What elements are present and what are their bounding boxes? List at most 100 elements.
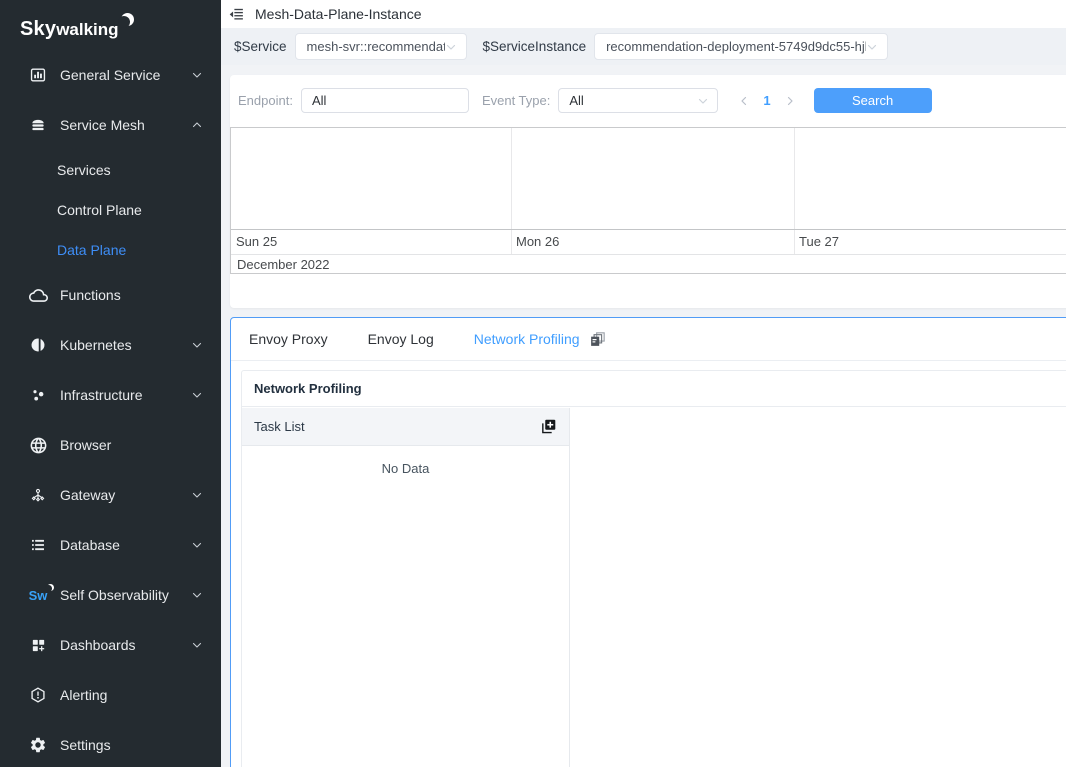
- timeline-day-label: Mon 26: [516, 234, 559, 249]
- cloud-icon: [28, 286, 48, 305]
- endpoint-input[interactable]: All: [301, 88, 469, 113]
- sidebar-item-label: Database: [60, 537, 120, 553]
- instance-select-value: recommendation-deployment-5749d9dc55-hjl…: [606, 39, 866, 54]
- page-header: Mesh-Data-Plane-Instance: [221, 0, 1066, 28]
- sidebar-item-browser[interactable]: Browser: [0, 420, 221, 470]
- chevron-down-icon: [191, 339, 203, 351]
- gear-icon: [28, 736, 48, 754]
- sidebar-item-label: Alerting: [60, 687, 107, 703]
- events-timeline[interactable]: Sun 25 Mon 26 Tue 27 December 2022: [230, 127, 1066, 274]
- sidebar-item-label: Functions: [60, 287, 121, 303]
- task-list-title: Task List: [254, 419, 305, 434]
- gateway-icon: [28, 486, 48, 504]
- event-type-label: Event Type:: [482, 93, 550, 108]
- logo-text-sky: Sky: [20, 18, 56, 40]
- chevron-down-icon: [866, 41, 878, 53]
- widget-title: Network Profiling: [242, 371, 1066, 407]
- task-list-header: Task List: [242, 408, 569, 446]
- skywalking-logo: Skywalking: [0, 0, 221, 46]
- event-type-value: All: [569, 93, 583, 108]
- sidebar-item-control-plane[interactable]: Control Plane: [0, 190, 221, 230]
- alert-hexagon-icon: [28, 686, 48, 704]
- endpoint-label: Endpoint:: [238, 93, 293, 108]
- page-number[interactable]: 1: [763, 93, 770, 108]
- sidebar-item-settings[interactable]: Settings: [0, 720, 221, 767]
- chevron-down-icon: [697, 95, 709, 107]
- page-prev-icon[interactable]: [738, 95, 750, 107]
- chevron-down-icon: [191, 639, 203, 651]
- sidebar-item-functions[interactable]: Functions: [0, 270, 221, 320]
- sidebar-item-kubernetes[interactable]: Kubernetes: [0, 320, 221, 370]
- sidebar-item-database[interactable]: Database: [0, 520, 221, 570]
- events-card: Endpoint: All Event Type: All 1 Search: [230, 75, 1066, 308]
- widget-body: Task List No Data: [242, 408, 1066, 767]
- sidebar-item-label: Dashboards: [60, 637, 136, 653]
- timeline-axis-line: [231, 229, 1066, 230]
- search-button[interactable]: Search: [814, 88, 932, 113]
- network-profiling-widget: Network Profiling Task List No Data: [241, 370, 1066, 767]
- add-task-icon[interactable]: [540, 418, 557, 435]
- timeline-minor-line: [231, 254, 1066, 255]
- timeline-day-label: Sun 25: [236, 234, 277, 249]
- page-next-icon[interactable]: [784, 95, 796, 107]
- timeline-divider: [794, 128, 795, 254]
- sidebar-item-gateway[interactable]: Gateway: [0, 470, 221, 520]
- profiling-detail-area: [570, 408, 1066, 767]
- logo-text-walking: walking: [56, 20, 118, 39]
- sidebar-item-data-plane[interactable]: Data Plane: [0, 230, 221, 270]
- selector-bar: $Service mesh-svr::recommendation $Servi…: [221, 28, 1066, 65]
- sidebar-item-service-mesh[interactable]: Service Mesh: [0, 100, 221, 150]
- collapse-menu-icon[interactable]: [228, 6, 245, 23]
- instance-select-label: $ServiceInstance: [483, 39, 587, 54]
- chevron-down-icon: [191, 489, 203, 501]
- chart-icon: [28, 66, 48, 84]
- sidebar-item-label: Gateway: [60, 487, 115, 503]
- sidebar: Skywalking General Service Service Mesh: [0, 0, 221, 767]
- sidebar-item-label: Self Observability: [60, 587, 169, 603]
- sidebar-menu: General Service Service Mesh Services Co…: [0, 50, 221, 767]
- tab-envoy-proxy[interactable]: Envoy Proxy: [249, 331, 328, 347]
- mini-crescent-icon: [47, 584, 54, 592]
- infrastructure-dots-icon: [28, 386, 48, 404]
- globe-icon: [28, 436, 48, 455]
- sidebar-item-dashboards[interactable]: Dashboards: [0, 620, 221, 670]
- chevron-up-icon: [191, 119, 203, 131]
- sidebar-item-label: Control Plane: [57, 202, 142, 218]
- task-list-empty-text: No Data: [242, 446, 569, 490]
- sidebar-item-label: General Service: [60, 67, 160, 83]
- sw-logo-icon: Sw: [28, 588, 48, 603]
- event-pagination: 1: [738, 93, 795, 108]
- sidebar-item-label: Service Mesh: [60, 117, 145, 133]
- sidebar-item-label: Services: [57, 162, 111, 178]
- mesh-stack-icon: [28, 116, 48, 134]
- timeline-day-label: Tue 27: [799, 234, 839, 249]
- sidebar-item-general-service[interactable]: General Service: [0, 50, 221, 100]
- sidebar-item-label: Kubernetes: [60, 337, 132, 353]
- tab-envoy-log[interactable]: Envoy Log: [368, 331, 434, 347]
- tab-bar: Envoy Proxy Envoy Log Network Profiling: [231, 318, 1066, 361]
- copy-tab-icon[interactable]: [589, 331, 606, 348]
- timeline-month-label: December 2022: [237, 257, 330, 272]
- sidebar-item-label: Data Plane: [57, 242, 126, 258]
- sidebar-item-alerting[interactable]: Alerting: [0, 670, 221, 720]
- page-title: Mesh-Data-Plane-Instance: [255, 6, 422, 22]
- event-search-row: Endpoint: All Event Type: All 1 Search: [230, 75, 1066, 113]
- sidebar-item-label: Browser: [60, 437, 111, 453]
- database-icon: [28, 536, 48, 554]
- event-type-select[interactable]: All: [558, 88, 718, 113]
- tab-network-profiling[interactable]: Network Profiling: [474, 331, 580, 347]
- sidebar-item-label: Infrastructure: [60, 387, 142, 403]
- sidebar-item-infrastructure[interactable]: Infrastructure: [0, 370, 221, 420]
- sidebar-item-label: Settings: [60, 737, 111, 753]
- kubernetes-icon: [28, 336, 48, 354]
- chevron-down-icon: [191, 539, 203, 551]
- sidebar-item-services[interactable]: Services: [0, 150, 221, 190]
- service-select-label: $Service: [234, 39, 287, 54]
- sidebar-item-self-observability[interactable]: Sw Self Observability: [0, 570, 221, 620]
- dashboards-icon: [28, 637, 48, 654]
- service-instance-select[interactable]: recommendation-deployment-5749d9dc55-hjl…: [594, 33, 888, 60]
- timeline-divider: [511, 128, 512, 254]
- service-select[interactable]: mesh-svr::recommendation: [295, 33, 467, 60]
- chevron-down-icon: [191, 69, 203, 81]
- instance-tabs-panel: Envoy Proxy Envoy Log Network Profiling …: [230, 317, 1066, 767]
